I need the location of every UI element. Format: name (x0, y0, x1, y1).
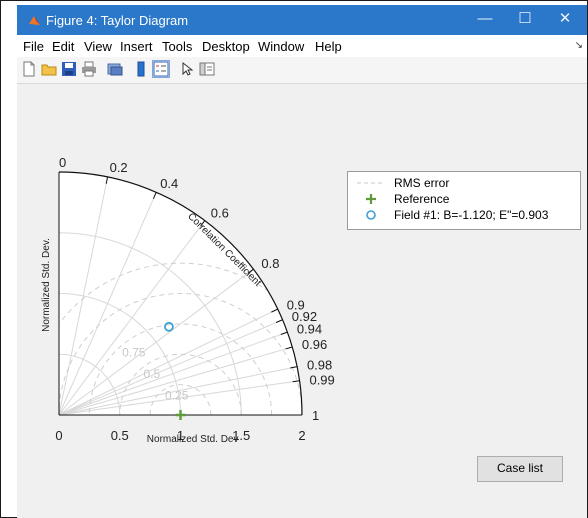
correlation-tick-label: 0.4 (160, 176, 178, 191)
correlation-tick-label: 0.2 (110, 160, 128, 175)
std-tick-label: 0 (55, 428, 62, 443)
rms-contour-label: 0.75 (122, 346, 146, 360)
correlation-tick-label: 0.96 (302, 337, 327, 352)
rms-line-icon (357, 182, 385, 184)
rms-contour-label: 0.25 (165, 389, 189, 403)
y-axis-label: Normalized Std. Dev. (41, 238, 52, 332)
correlation-tick-label: 0.8 (261, 256, 279, 271)
figure-window: Figure 4: Taylor Diagram — ☐ ✕ File Edit… (17, 5, 587, 518)
correlation-tick-label: 1 (312, 408, 319, 423)
case-list-button[interactable]: Case list (477, 456, 563, 482)
legend: RMS error Reference Field #1: B=-1.120; … (347, 171, 581, 230)
correlation-tick-label: 0.98 (307, 358, 332, 373)
correlation-tick-label: 0.6 (211, 206, 229, 221)
correlation-tick-label: 0.99 (309, 372, 334, 387)
correlation-tick-label: 0.94 (297, 322, 322, 337)
circle-marker-icon (366, 210, 376, 220)
std-tick-label: 2 (298, 428, 305, 443)
legend-label-rms: RMS error (394, 176, 450, 190)
legend-label-field1: Field #1: B=-1.120; E"=0.903 (394, 208, 549, 222)
std-tick-label: 0.5 (111, 428, 129, 443)
x-axis-label: Normalized Std. Dev (147, 434, 239, 445)
rms-contour-label: 0.5 (144, 367, 161, 381)
plus-marker-icon (366, 194, 376, 204)
correlation-tick-label: 0 (59, 155, 66, 170)
legend-label-reference: Reference (394, 192, 450, 206)
taylor-diagram: 0.250.50.750 0.20.40.60.80.90.920.940.960… (41, 155, 335, 445)
